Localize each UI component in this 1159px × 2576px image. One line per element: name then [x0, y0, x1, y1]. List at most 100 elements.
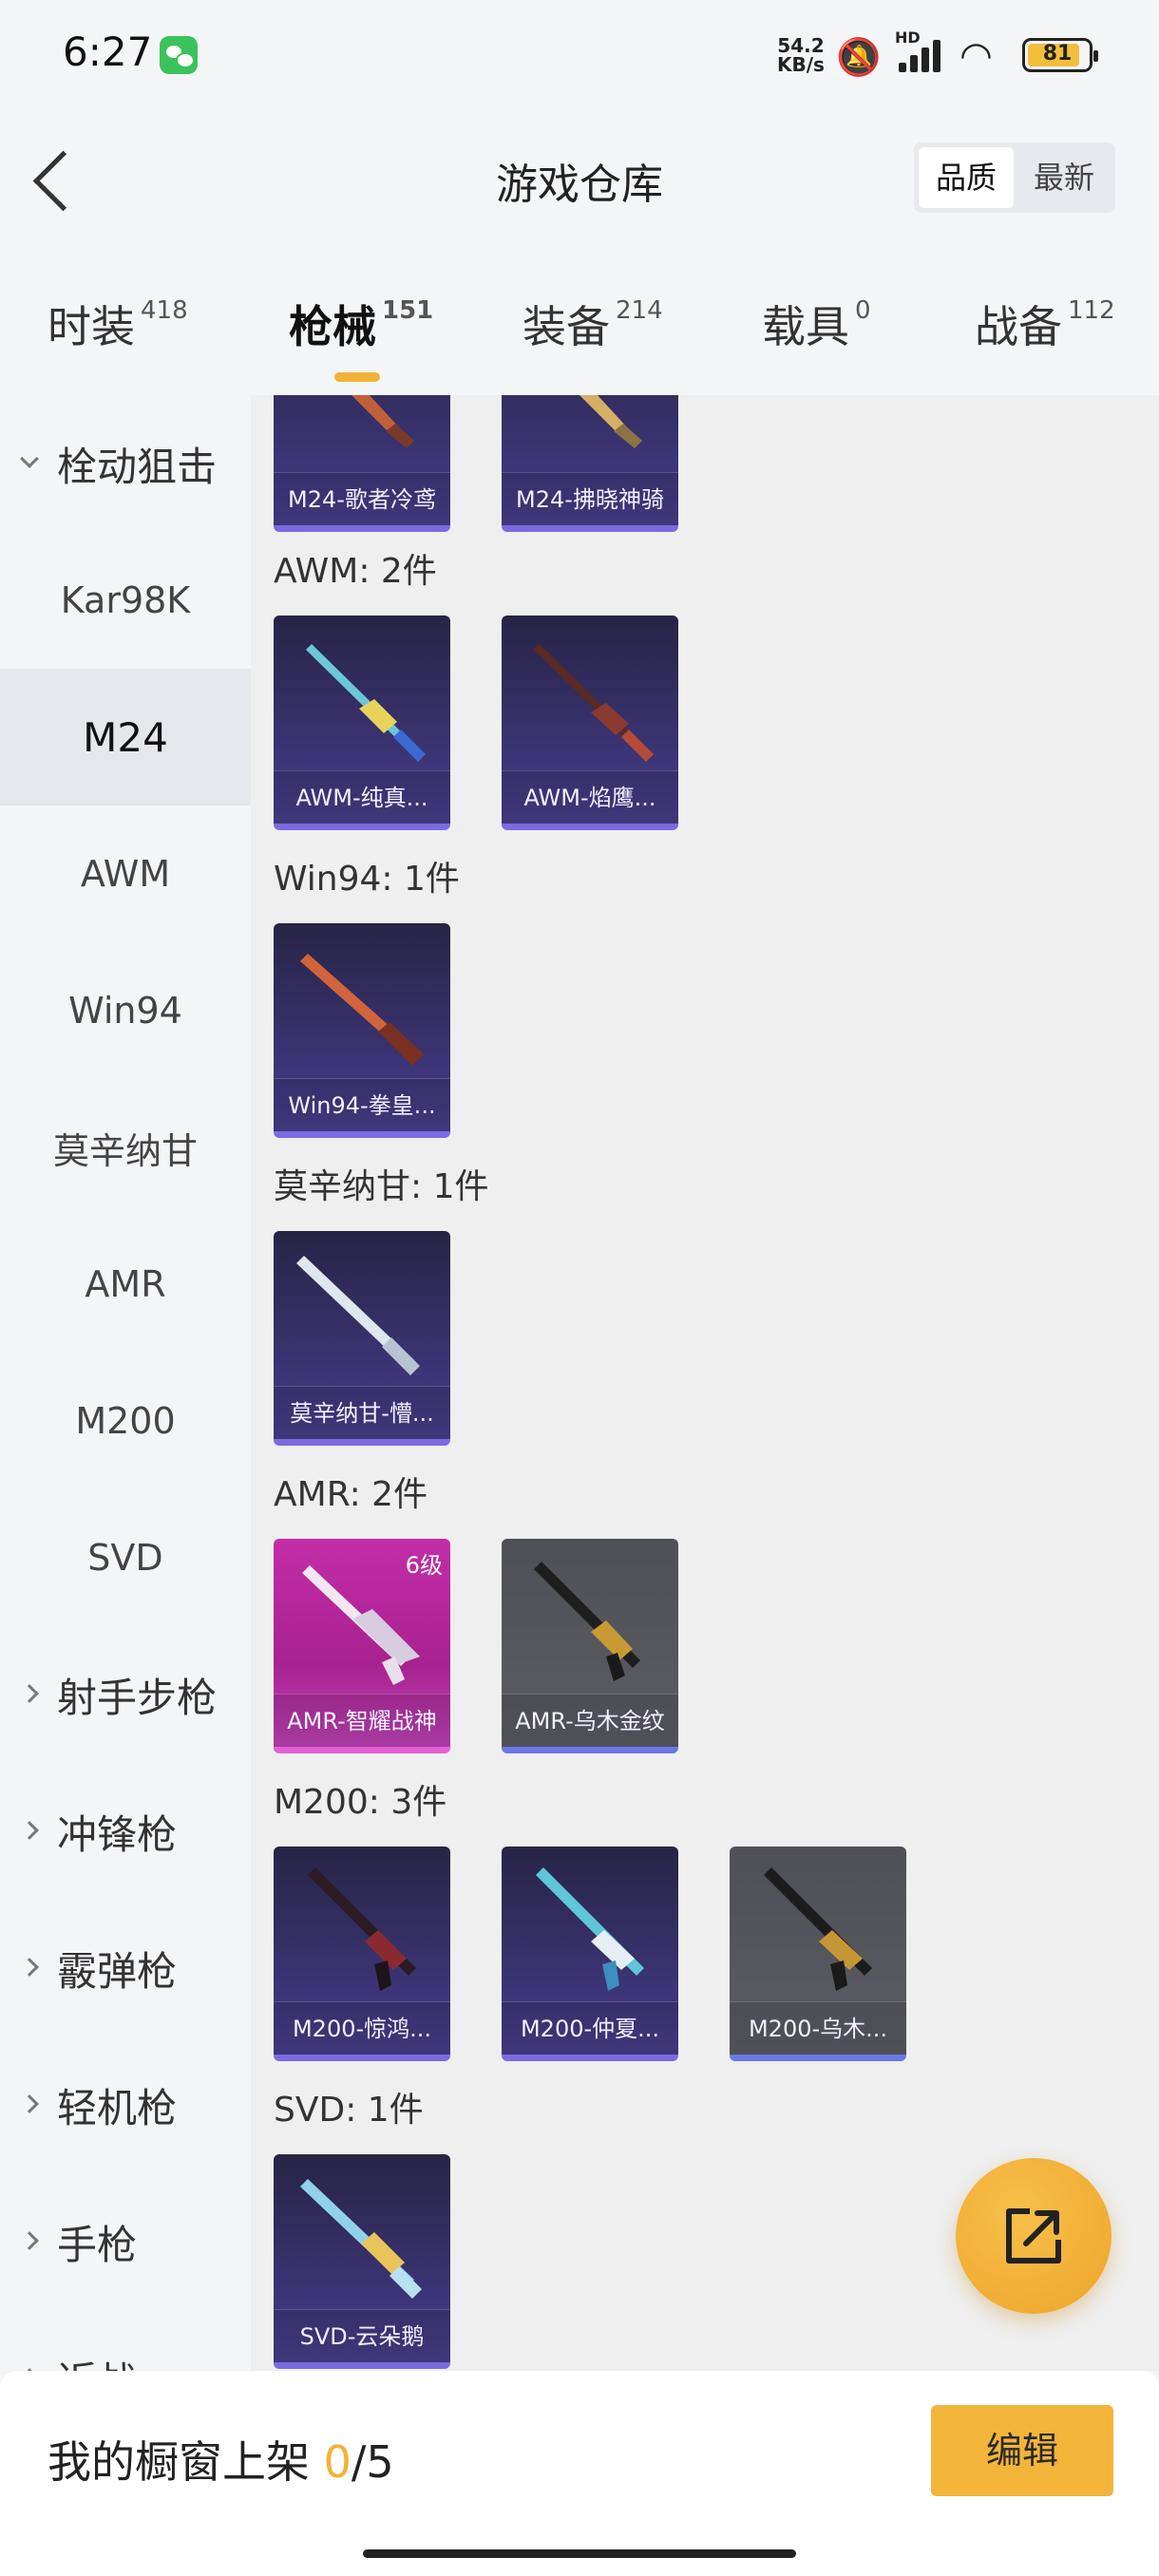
edit-button[interactable]: 编辑	[931, 2405, 1113, 2496]
weapon-grid: M24-歌者冷鸢 M24-拂晓神骑 AWM: 2件 AWM-纯真... AWM-…	[251, 395, 1159, 2371]
signal-icon	[899, 38, 948, 72]
sidebar-item-label: 近战	[57, 2350, 137, 2372]
weapon-card[interactable]: Win94-拳皇...	[274, 923, 450, 1138]
tab-supplies[interactable]: 战备 112	[975, 293, 1115, 355]
weapon-name: M200-仲夏...	[502, 2001, 678, 2055]
weapon-card[interactable]: 6级 AMR-智耀战神	[274, 1539, 450, 1753]
sidebar-item-label: AWM	[80, 853, 171, 895]
sidebar-group-marksman[interactable]: 射手步枪	[0, 1626, 251, 1763]
sidebar-item-label: Win94	[68, 990, 182, 1032]
rifle-icon	[534, 644, 654, 762]
tab-count: 418	[141, 296, 188, 325]
battery-level: 81	[1042, 42, 1073, 66]
showcase-count: 0	[323, 2436, 352, 2488]
tab-count: 214	[616, 296, 663, 325]
rifle-icon	[300, 954, 424, 1066]
sidebar-item-label: 栓动狙击	[57, 443, 218, 490]
weapon-card[interactable]: M24-拂晓神骑	[502, 395, 678, 532]
status-bar: 6:27 54.2 KB/s 🔕 HD ◠ 81	[0, 0, 1159, 104]
section-label-amr: AMR: 2件	[274, 1475, 428, 1514]
sidebar-group-pistol[interactable]: 手枪	[0, 2173, 251, 2310]
sidebar-item-label: 射手步枪	[57, 1674, 218, 1721]
home-indicator[interactable]	[363, 2549, 796, 2558]
showcase-text: 我的橱窗上架	[48, 2436, 310, 2488]
chevron-right-icon	[20, 1958, 39, 1977]
weapon-name: AWM-纯真...	[274, 770, 450, 824]
sidebar-item-m200[interactable]: M200	[0, 1353, 251, 1489]
share-icon	[1006, 2208, 1061, 2263]
weapon-card[interactable]: M24-歌者冷鸢	[274, 395, 450, 532]
sidebar-item-label: M200	[75, 1400, 176, 1442]
rifle-icon	[306, 644, 426, 762]
weapon-card[interactable]: AMR-乌木金纹	[502, 1539, 678, 1753]
sidebar-item-label: 轻机枪	[57, 2084, 178, 2131]
sidebar-group-bolt-action[interactable]: 栓动狙击	[0, 395, 251, 532]
rifle-icon	[764, 1867, 872, 1991]
chevron-down-icon	[20, 449, 39, 468]
share-button[interactable]	[956, 2158, 1112, 2314]
sidebar-group-smg[interactable]: 冲锋枪	[0, 1763, 251, 1900]
tab-label: 装备	[522, 301, 610, 352]
chevron-right-icon	[20, 2094, 39, 2113]
sidebar-item-mosin[interactable]: 莫辛纳甘	[0, 1079, 251, 1216]
sidebar-group-melee[interactable]: 近战	[0, 2310, 251, 2371]
sidebar-item-label: 冲锋枪	[57, 1810, 178, 1858]
chevron-right-icon	[20, 2231, 39, 2250]
rifle-icon	[352, 395, 414, 448]
sidebar-item-win94[interactable]: Win94	[0, 942, 251, 1079]
category-tabs: 时装 418 枪械 151 装备 214 载具 0 战备 112	[0, 247, 1159, 395]
weapon-name: AWM-焰鹰...	[502, 770, 678, 824]
weapon-name: M24-拂晓神骑	[502, 472, 678, 525]
sort-quality-button[interactable]: 品质	[919, 147, 1014, 208]
rifle-icon	[536, 1867, 644, 1991]
mute-icon: 🔕	[836, 36, 882, 78]
tab-vehicles[interactable]: 载具 0	[762, 293, 871, 355]
sidebar-item-amr[interactable]: AMR	[0, 1216, 251, 1353]
tab-label: 枪械	[289, 301, 376, 352]
sidebar-item-label: 手枪	[57, 2221, 138, 2268]
weapon-card[interactable]: 莫辛纳甘-懵...	[274, 1231, 450, 1446]
chevron-right-icon	[20, 1684, 39, 1703]
network-speed: 54.2 KB/s	[777, 36, 825, 74]
tab-equipment[interactable]: 装备 214	[522, 293, 663, 355]
tab-label: 时装	[48, 301, 135, 352]
sidebar-group-shotgun[interactable]: 霰弹枪	[0, 1900, 251, 2036]
tab-label: 战备	[975, 301, 1062, 352]
weapon-card[interactable]: AWM-焰鹰...	[502, 616, 678, 830]
tab-fashion[interactable]: 时装 418	[48, 293, 188, 355]
weapon-card[interactable]: M200-仲夏...	[502, 1847, 678, 2061]
status-time: 6:27	[63, 28, 153, 75]
wifi-icon: ◠	[960, 34, 993, 78]
network-speed-value: 54.2	[777, 34, 825, 57]
sort-newest-button[interactable]: 最新	[1016, 147, 1112, 208]
weapon-name: M200-惊鸿...	[274, 2001, 450, 2055]
weapon-card[interactable]: AWM-纯真...	[274, 616, 450, 830]
weapon-card[interactable]: M200-乌木...	[730, 1847, 906, 2061]
showcase-bar: 我的橱窗上架 0/5 编辑	[0, 2371, 1159, 2576]
section-label-win94: Win94: 1件	[274, 860, 460, 899]
sidebar-item-awm[interactable]: AWM	[0, 805, 251, 942]
weapon-category-sidebar: 栓动狙击 Kar98K M24 AWM Win94 莫辛纳甘 AMR M200 …	[0, 395, 251, 2371]
sidebar-item-label: 霰弹枪	[57, 1947, 178, 1995]
section-label-svd: SVD: 1件	[274, 2091, 424, 2130]
sidebar-item-label: AMR	[85, 1263, 166, 1305]
tab-weapons[interactable]: 枪械 151	[289, 293, 433, 382]
battery-icon: 81	[1022, 38, 1098, 72]
tab-count: 0	[855, 296, 871, 325]
sidebar-group-lmg[interactable]: 轻机枪	[0, 2036, 251, 2173]
sidebar-item-label: Kar98K	[60, 579, 191, 621]
sidebar-item-label: 莫辛纳甘	[52, 1129, 198, 1172]
weapon-card[interactable]: SVD-云朵鹅	[274, 2154, 450, 2369]
sidebar-item-m24[interactable]: M24	[0, 669, 251, 805]
weapon-name: SVD-云朵鹅	[274, 2309, 450, 2362]
sidebar-item-label: SVD	[87, 1537, 163, 1579]
section-label-m200: M200: 3件	[274, 1783, 447, 1822]
weapon-card[interactable]: M200-惊鸿...	[274, 1847, 450, 2061]
wechat-icon	[160, 36, 198, 74]
sidebar-item-kar98k[interactable]: Kar98K	[0, 532, 251, 669]
weapon-name: M24-歌者冷鸢	[274, 472, 450, 525]
tab-label: 载具	[762, 301, 849, 352]
sidebar-item-svd[interactable]: SVD	[0, 1489, 251, 1626]
section-label-awm: AWM: 2件	[274, 552, 437, 591]
rifle-icon	[300, 2179, 422, 2299]
